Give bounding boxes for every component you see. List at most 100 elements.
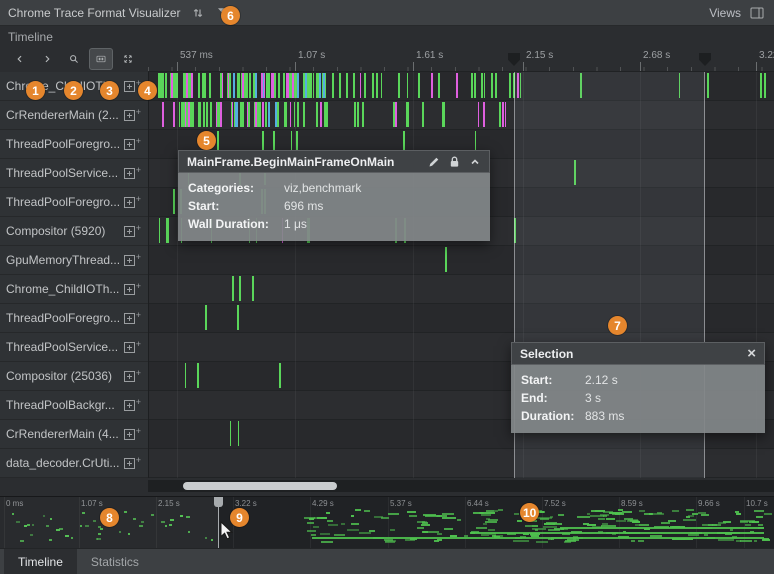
trace-event[interactable] (183, 102, 185, 127)
trace-event[interactable] (407, 73, 408, 98)
trace-event[interactable] (186, 102, 188, 127)
trace-event[interactable] (360, 73, 361, 98)
trace-event[interactable] (381, 73, 382, 98)
trace-event[interactable] (248, 102, 250, 127)
trace-event[interactable] (505, 102, 506, 127)
trace-event[interactable] (580, 73, 582, 98)
trace-event[interactable] (287, 73, 289, 98)
back-button[interactable] (8, 48, 32, 70)
trace-event[interactable] (456, 73, 458, 98)
trace-event[interactable] (203, 102, 205, 127)
selection-popup-header[interactable]: Selection × (511, 342, 765, 365)
trace-event[interactable] (520, 73, 521, 98)
trace-event[interactable] (242, 73, 244, 98)
tab-timeline[interactable]: Timeline (4, 549, 77, 574)
track-label[interactable]: GpuMemoryThread...+ (0, 246, 148, 275)
trace-event[interactable] (232, 102, 233, 127)
trace-event[interactable] (238, 73, 240, 98)
trace-event[interactable] (217, 102, 218, 127)
trace-event[interactable] (398, 73, 400, 98)
trace-event[interactable] (707, 73, 709, 98)
minimap-viewport-handle[interactable] (214, 497, 223, 507)
track-label[interactable]: ThreadPoolForegro...+ (0, 130, 148, 159)
trace-event[interactable] (266, 73, 268, 98)
trace-event[interactable] (198, 73, 200, 98)
track-label[interactable]: ThreadPoolService...+ (0, 159, 148, 188)
trace-event[interactable] (188, 102, 190, 127)
trace-event[interactable] (268, 102, 270, 127)
track-label[interactable]: ThreadPoolBackgr...+ (0, 391, 148, 420)
unfold-icon[interactable]: + (124, 342, 141, 353)
trace-event[interactable] (294, 102, 295, 127)
trace-event[interactable] (321, 102, 322, 127)
trace-event[interactable] (481, 73, 483, 98)
trace-event[interactable] (376, 73, 378, 98)
track-label[interactable]: ThreadPoolForegro...+ (0, 188, 148, 217)
trace-event[interactable] (283, 73, 285, 98)
edit-icon[interactable] (428, 156, 440, 168)
tab-statistics[interactable]: Statistics (77, 549, 153, 574)
trace-event[interactable] (372, 73, 374, 98)
collapse-icon[interactable] (469, 156, 481, 168)
track-label[interactable]: ThreadPoolService...+ (0, 333, 148, 362)
trace-event[interactable] (517, 73, 519, 98)
trace-event[interactable] (495, 73, 497, 98)
trace-event[interactable] (277, 102, 279, 127)
trace-event[interactable] (323, 73, 325, 98)
trace-event[interactable] (316, 102, 318, 127)
trace-event[interactable] (422, 102, 424, 127)
track-label[interactable]: CrRendererMain (4...+ (0, 420, 148, 449)
track-label[interactable]: ThreadPoolForegro...+ (0, 304, 148, 333)
trace-event[interactable] (290, 102, 291, 127)
trace-event[interactable] (484, 73, 485, 98)
trace-event[interactable] (221, 73, 222, 98)
trace-event[interactable] (483, 102, 485, 127)
trace-event[interactable] (239, 276, 241, 301)
close-icon[interactable]: × (747, 346, 756, 361)
trace-event[interactable] (247, 73, 248, 98)
trace-event[interactable] (175, 73, 177, 98)
trace-event[interactable] (233, 73, 235, 98)
track-label[interactable]: CrRendererMain (2...+ (0, 101, 148, 130)
trace-event[interactable] (326, 102, 328, 127)
lock-icon[interactable] (449, 156, 460, 168)
trace-event[interactable] (173, 102, 175, 127)
trace-event[interactable] (264, 73, 265, 98)
views-label[interactable]: Views (709, 6, 741, 20)
trace-event[interactable] (261, 73, 263, 98)
track-label[interactable]: Compositor (25036)+ (0, 362, 148, 391)
trace-event[interactable] (295, 73, 297, 98)
trace-event[interactable] (183, 73, 185, 98)
trace-event[interactable] (188, 73, 190, 98)
layout-icon[interactable] (748, 4, 766, 22)
trace-event[interactable] (159, 218, 160, 243)
trace-event[interactable] (395, 102, 397, 127)
track-row[interactable] (149, 449, 774, 478)
trace-event[interactable] (255, 102, 257, 127)
trace-event[interactable] (255, 73, 257, 98)
trace-event[interactable] (252, 276, 254, 301)
track-row[interactable] (149, 72, 774, 101)
trace-event[interactable] (271, 73, 273, 98)
trace-event[interactable] (514, 218, 516, 243)
trace-event[interactable] (227, 73, 228, 98)
trace-event[interactable] (165, 73, 167, 98)
trace-event[interactable] (297, 102, 299, 127)
unfold-icon[interactable]: + (124, 197, 141, 208)
trace-event[interactable] (209, 73, 211, 98)
trace-event[interactable] (339, 73, 341, 98)
trace-event[interactable] (471, 73, 473, 98)
track-row[interactable] (149, 304, 774, 333)
trace-event[interactable] (242, 102, 244, 127)
track-label[interactable]: data_decoder.CrUti...+ (0, 449, 148, 478)
expand-all-button[interactable] (116, 48, 140, 70)
trace-event[interactable] (431, 73, 433, 98)
track-row[interactable] (149, 101, 774, 130)
trace-event[interactable] (478, 102, 479, 127)
trace-event[interactable] (162, 102, 164, 127)
trace-event[interactable] (438, 73, 440, 98)
trace-event[interactable] (202, 73, 204, 98)
trace-event[interactable] (308, 73, 310, 98)
trace-event[interactable] (502, 102, 504, 127)
trace-event[interactable] (760, 73, 762, 98)
